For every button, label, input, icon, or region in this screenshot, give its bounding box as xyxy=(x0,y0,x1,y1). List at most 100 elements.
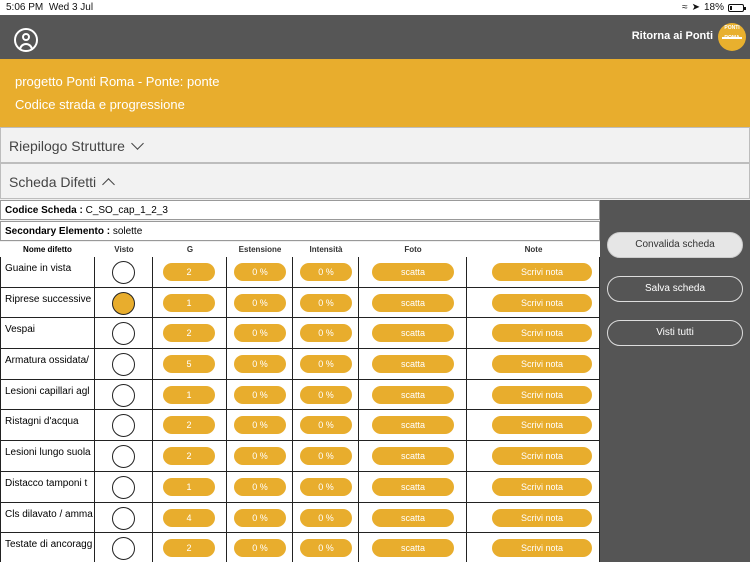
visto-toggle[interactable] xyxy=(112,475,135,499)
project-subtitle: Codice strada e progressione xyxy=(15,97,185,112)
estensione-cell: 0 % xyxy=(227,471,293,503)
intensita-button[interactable]: 0 % xyxy=(300,539,352,558)
section-scheda-label: Scheda Difetti xyxy=(9,174,116,191)
defect-name: Lesioni lungo suola xyxy=(0,441,95,472)
g-cell: 2 xyxy=(153,318,227,350)
estensione-button[interactable]: 0 % xyxy=(234,508,286,527)
g-value-button[interactable]: 1 xyxy=(163,293,215,312)
foto-cell: scatta xyxy=(359,441,467,472)
estensione-button[interactable]: 0 % xyxy=(234,447,286,466)
status-bar: 5:06 PM Wed 3 Jul ≈ ➤ 18% xyxy=(0,0,750,15)
scrivi-nota-button[interactable]: Scrivi nota xyxy=(492,508,592,527)
header-nome-difetto: Nome difetto xyxy=(23,245,72,254)
intensita-button[interactable]: 0 % xyxy=(300,508,352,527)
visto-toggle[interactable] xyxy=(112,537,135,561)
scatta-foto-button[interactable]: scatta xyxy=(372,539,454,558)
visto-toggle[interactable] xyxy=(112,445,135,469)
scrivi-nota-button[interactable]: Scrivi nota xyxy=(492,477,592,496)
visto-toggle[interactable] xyxy=(112,383,135,407)
intensita-button[interactable]: 0 % xyxy=(300,447,352,466)
visti-tutti-button[interactable]: Visti tutti xyxy=(607,320,743,346)
section-scheda-difetti[interactable]: Scheda Difetti xyxy=(0,163,750,199)
visto-toggle[interactable] xyxy=(112,322,135,346)
intensita-button[interactable]: 0 % xyxy=(300,477,352,496)
project-title: progetto Ponti Roma - Ponte: ponte xyxy=(15,74,220,89)
note-cell: Scrivi nota xyxy=(467,318,600,350)
visto-cell xyxy=(95,502,153,534)
g-cell: 4 xyxy=(153,502,227,534)
intensita-cell: 0 % xyxy=(293,257,359,288)
estensione-button[interactable]: 0 % xyxy=(234,355,286,374)
foto-cell: scatta xyxy=(359,287,467,319)
scrivi-nota-button[interactable]: Scrivi nota xyxy=(492,355,592,374)
scrivi-nota-button[interactable]: Scrivi nota xyxy=(492,416,592,435)
note-cell: Scrivi nota xyxy=(467,287,600,319)
g-value-button[interactable]: 4 xyxy=(163,508,215,527)
scrivi-nota-button[interactable]: Scrivi nota xyxy=(492,293,592,312)
note-cell: Scrivi nota xyxy=(467,349,600,380)
scrivi-nota-button[interactable]: Scrivi nota xyxy=(492,324,592,343)
visto-toggle[interactable] xyxy=(112,506,135,530)
g-value-button[interactable]: 1 xyxy=(163,385,215,404)
estensione-button[interactable]: 0 % xyxy=(234,477,286,496)
intensita-button[interactable]: 0 % xyxy=(300,416,352,435)
foto-cell: scatta xyxy=(359,379,467,411)
convalida-scheda-button[interactable]: Convalida scheda xyxy=(607,232,743,258)
estensione-button[interactable]: 0 % xyxy=(234,263,286,281)
g-value-button[interactable]: 2 xyxy=(163,324,215,343)
scatta-foto-button[interactable]: scatta xyxy=(372,416,454,435)
estensione-button[interactable]: 0 % xyxy=(234,293,286,312)
section-riepilogo-label: Riepilogo Strutture xyxy=(9,137,144,154)
g-value-button[interactable]: 2 xyxy=(163,447,215,466)
visto-cell xyxy=(95,471,153,503)
intensita-button[interactable]: 0 % xyxy=(300,263,352,281)
table-row: Ristagni d'acqua 2 0 % 0 % scatta Scrivi nota xyxy=(0,410,600,442)
codice-scheda-value: C_SO_cap_1_2_3 xyxy=(85,205,168,216)
estensione-button[interactable]: 0 % xyxy=(234,324,286,343)
intensita-button[interactable]: 0 % xyxy=(300,355,352,374)
estensione-button[interactable]: 0 % xyxy=(234,416,286,435)
scatta-foto-button[interactable]: scatta xyxy=(372,293,454,312)
salva-scheda-button[interactable]: Salva scheda xyxy=(607,276,743,302)
visto-cell xyxy=(95,441,153,472)
scatta-foto-button[interactable]: scatta xyxy=(372,355,454,374)
visto-toggle[interactable] xyxy=(112,353,135,377)
intensita-button[interactable]: 0 % xyxy=(300,293,352,312)
scrivi-nota-button[interactable]: Scrivi nota xyxy=(492,447,592,466)
scrivi-nota-button[interactable]: Scrivi nota xyxy=(492,539,592,558)
table-row: Guaine in vista 2 0 % 0 % scatta Scrivi nota xyxy=(0,257,600,288)
profile-icon[interactable] xyxy=(14,28,38,52)
scatta-foto-button[interactable]: scatta xyxy=(372,385,454,404)
estensione-cell: 0 % xyxy=(227,410,293,442)
scatta-foto-button[interactable]: scatta xyxy=(372,447,454,466)
visto-toggle[interactable] xyxy=(112,414,135,438)
foto-cell: scatta xyxy=(359,533,467,562)
scatta-foto-button[interactable]: scatta xyxy=(372,508,454,527)
table-row: Testate di ancoragg 2 0 % 0 % scatta Scrivi n… xyxy=(0,533,600,562)
battery-fill xyxy=(730,5,732,10)
g-value-button[interactable]: 2 xyxy=(163,263,215,281)
back-to-bridges-link[interactable]: Ritorna ai Ponti xyxy=(632,30,713,42)
scatta-foto-button[interactable]: scatta xyxy=(372,324,454,343)
estensione-button[interactable]: 0 % xyxy=(234,539,286,558)
estensione-button[interactable]: 0 % xyxy=(234,385,286,404)
scrivi-nota-button[interactable]: Scrivi nota xyxy=(492,385,592,404)
defect-name: Armatura ossidata/ xyxy=(0,349,95,380)
visto-toggle[interactable] xyxy=(112,291,135,315)
project-header: progetto Ponti Roma - Ponte: ponte Codic… xyxy=(0,59,750,127)
scatta-foto-button[interactable]: scatta xyxy=(372,477,454,496)
header-g: G xyxy=(186,245,194,254)
g-value-button[interactable]: 5 xyxy=(163,355,215,374)
intensita-button[interactable]: 0 % xyxy=(300,385,352,404)
scatta-foto-button[interactable]: scatta xyxy=(372,263,454,281)
g-value-button[interactable]: 1 xyxy=(163,477,215,496)
intensita-button[interactable]: 0 % xyxy=(300,324,352,343)
g-value-button[interactable]: 2 xyxy=(163,539,215,558)
section-riepilogo-strutture[interactable]: Riepilogo Strutture xyxy=(0,127,750,163)
g-value-button[interactable]: 2 xyxy=(163,416,215,435)
note-cell: Scrivi nota xyxy=(467,257,600,288)
visto-toggle[interactable] xyxy=(112,261,135,284)
estensione-cell: 0 % xyxy=(227,257,293,288)
scrivi-nota-button[interactable]: Scrivi nota xyxy=(492,263,592,281)
header-estensione: Estensione xyxy=(238,245,282,254)
